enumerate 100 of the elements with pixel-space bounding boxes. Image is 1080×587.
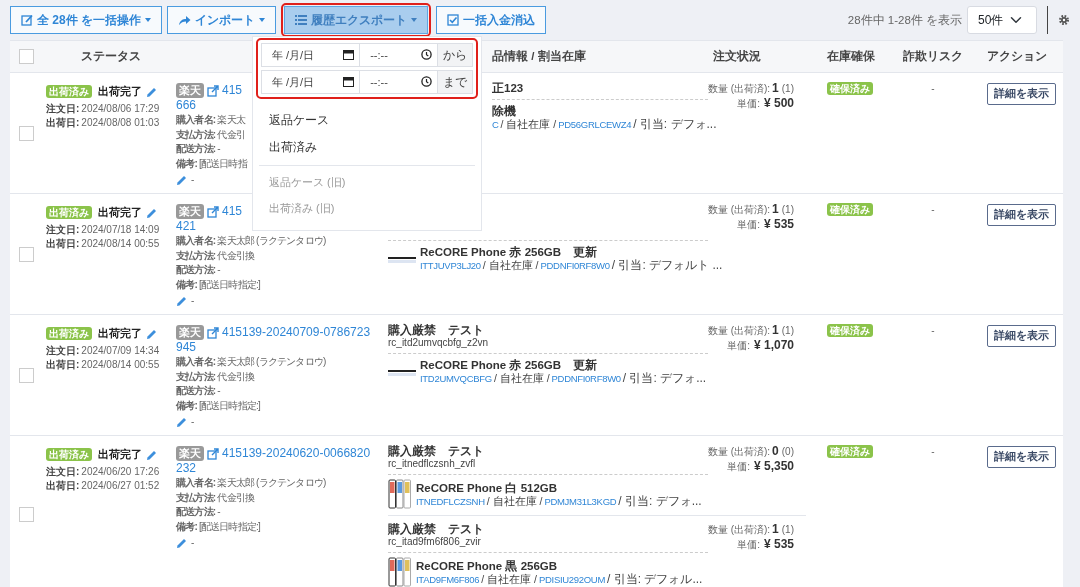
item-code-link[interactable]: ITNEDFLCZSNH [416,495,485,507]
warehouse-text: / 自社在庫 / [482,259,539,271]
detail-text: 購入者名: 楽天太郎 (ラクテンタロウ) [176,234,326,248]
status-text: 出荷完了 [98,448,142,460]
pencil-icon[interactable] [176,416,187,428]
quantity-label: 数量 (出荷済): [707,83,771,94]
pencil-icon[interactable] [176,537,187,549]
price-value: ¥ 535 [763,217,794,231]
detail-text: 支払方法: 代金引換 [176,248,255,263]
toolbar-button[interactable]: インポート [167,6,276,34]
order-link[interactable]: 415139-20240709-0786723 [222,325,371,340]
order-link[interactable]: 666 [176,98,197,113]
item-title: 正123 [492,81,525,95]
detail-text: 配送方法: - [176,142,220,156]
range-suffix-button[interactable]: まで [438,70,473,94]
details-button[interactable]: 詳細を表示 [987,325,1056,347]
channel-badge: 楽天 [176,83,204,98]
item-code-link[interactable]: C [492,119,499,130]
fraud-risk-text: - [931,446,935,457]
row-checkbox[interactable] [19,367,34,383]
date-field[interactable]: 年 /月/日 [261,70,361,94]
column-header: 在庫確保 [827,50,875,63]
result-count: 28件中 1-28件 を表示 [847,12,962,28]
external-link-icon [207,326,219,339]
quantity-value: 1 [772,522,779,536]
list-icon [295,15,307,25]
product-code-link[interactable]: PDISIU292OUM [538,573,606,585]
menu-item[interactable]: 出荷済み [259,134,327,161]
date-label: 出荷日: [46,238,80,249]
order-link[interactable]: 232 [176,461,197,476]
product-code-link[interactable]: PDMJM31L3KGD [544,495,617,507]
date-value: 2024/08/14 00:55 [81,238,160,249]
pencil-icon[interactable] [146,449,157,461]
price-label: 単価: [737,539,760,550]
date-value: 2024/07/09 14:34 [81,345,160,356]
memo-text: - [191,416,195,427]
item-code-link[interactable]: ITD2UMVQCBFG [420,373,492,384]
row-checkbox[interactable] [19,125,34,141]
row-checkbox[interactable] [19,507,34,522]
order-link[interactable]: 421 [176,219,197,234]
quantity-label: 数量 (出荷済): [707,446,771,457]
shipped-count: (1) [781,524,794,535]
edit-icon [21,14,33,26]
product-code-link[interactable]: PDDNFI0RF8W0 [551,373,621,384]
pencil-icon[interactable] [146,86,157,98]
item-code-link[interactable]: ITTJUVP3LJ20 [420,260,481,271]
pencil-icon[interactable] [176,174,187,186]
order-link[interactable]: 945 [176,340,197,355]
share-arrow-icon [178,14,191,26]
warehouse-text: / 自社在庫 / [500,118,557,130]
details-button[interactable]: 詳細を表示 [987,446,1056,468]
page-size-select[interactable]: 50件 [967,6,1037,34]
date-label: 注文日: [46,103,80,114]
select-all-checkbox[interactable] [19,49,34,64]
item-code: rc_itad9fm6f806_zvir [388,536,482,548]
detail-text: 購入者名: 楽天太郎 (ラクテンタロウ) [176,355,326,369]
order-link[interactable]: 415139-20240620-0066820 [222,446,371,461]
quantity-value: 1 [772,81,779,95]
range-suffix-button[interactable]: から [438,43,473,67]
column-header: 詐欺リスク [903,50,963,63]
stock-badge: 確保済み [827,324,873,337]
product-code-link[interactable]: PD56GRLCEWZ4 [558,119,632,130]
pencil-icon[interactable] [146,207,157,219]
allocation-text: / 引当: デフォ... [618,493,702,508]
settings-icon[interactable] [1058,14,1070,26]
fraud-risk-text: - [931,83,935,94]
product-name: ReCORE Phone 黒 256GB [416,558,559,573]
status-badge: 出荷済み [46,206,92,219]
warehouse-text: / 自社在庫 / [486,494,543,507]
toolbar-button[interactable]: 全 28件 を一括操作 [10,6,162,34]
row-checkbox[interactable] [19,246,34,262]
order-link[interactable]: 415 [222,83,243,98]
toolbar-button[interactable]: 履歴エクスポート [284,6,428,34]
time-field[interactable]: --:-- [360,70,438,94]
column-header: アクション [986,50,1047,63]
channel-badge: 楽天 [176,446,204,461]
date-field[interactable]: 年 /月/日 [261,43,361,67]
detail-text: 配送方法: - [176,384,220,398]
checkbox-icon [447,14,459,26]
details-button[interactable]: 詳細を表示 [987,204,1056,226]
price-value: ¥ 535 [763,537,794,551]
price-label: 単価: [737,219,760,230]
column-header: ステータス [81,50,141,63]
product-code-link[interactable]: PDDNFI0RF8W0 [540,260,610,271]
date-value: 2024/08/14 00:55 [81,359,160,370]
product-name: ReCORE Phone 白 512GB [416,480,559,495]
pencil-icon[interactable] [146,328,157,340]
toolbar-button[interactable]: 一括入金消込 [436,6,546,34]
clock-icon [421,49,432,60]
details-button[interactable]: 詳細を表示 [987,83,1056,105]
order-link[interactable]: 415 [222,204,243,219]
item-title: 購入厳禁 テスト [388,444,485,458]
price-value: ¥ 5,350 [753,459,794,473]
product-name: 除機 [492,104,517,118]
time-field[interactable]: --:-- [360,43,438,67]
calendar-icon [343,76,355,87]
item-code-link[interactable]: ITAD9FM6F806 [416,573,480,585]
date-value: 2024/06/27 01:52 [81,480,160,491]
menu-item[interactable]: 返品ケース [259,107,339,134]
pencil-icon[interactable] [176,295,187,307]
